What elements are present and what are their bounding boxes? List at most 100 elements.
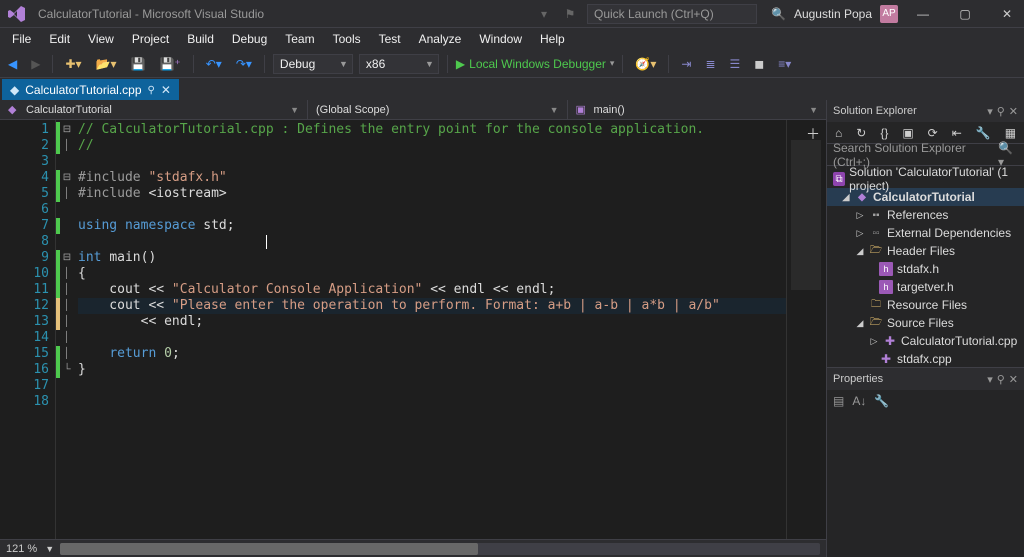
se-properties-icon[interactable]: 🔧 <box>972 124 995 142</box>
minimap[interactable]: ＋ <box>786 120 826 539</box>
nav-project-combo[interactable]: ◆CalculatorTutorial▼ <box>0 100 308 119</box>
user-name[interactable]: Augustin Popa <box>794 7 872 21</box>
new-project-button[interactable]: ✚▾ <box>61 55 85 73</box>
expander-icon[interactable]: ▷ <box>855 228 865 239</box>
categorized-icon[interactable]: ▤ <box>833 394 844 408</box>
minimize-button[interactable]: ― <box>906 2 940 26</box>
pin-icon[interactable]: ⚲ <box>148 85 155 96</box>
flag-icon[interactable]: ⚑ <box>561 7 579 21</box>
folder-open-icon: 🗁 <box>869 316 883 330</box>
outlining-margin[interactable]: ⊟│ ⊟│ ⊟ │││ │││ └ <box>60 120 74 539</box>
tree-references[interactable]: ▷ ▪▪ References <box>827 206 1024 224</box>
solution-explorer-tree: ⧉ Solution 'CalculatorTutorial' (1 proje… <box>827 166 1024 367</box>
nav-member-combo[interactable]: ▣main()▼ <box>568 100 827 119</box>
tree-targetver-h[interactable]: h targetver.h <box>827 278 1024 296</box>
search-icon[interactable]: 🔍 <box>771 7 786 21</box>
menu-project[interactable]: Project <box>124 30 177 48</box>
close-button[interactable]: ✕ <box>990 2 1024 26</box>
menu-tools[interactable]: Tools <box>325 30 369 48</box>
expander-icon[interactable]: ◢ <box>841 192 851 203</box>
redo-button[interactable]: ↷▾ <box>232 55 256 73</box>
project-icon: ◆ <box>855 190 869 204</box>
solution-explorer-title[interactable]: Solution Explorer ▾ ⚲ ✕ <box>827 100 1024 122</box>
expander-icon[interactable]: ▷ <box>855 210 865 221</box>
nav-scope-combo[interactable]: (Global Scope)▼ <box>308 100 568 119</box>
property-pages-icon[interactable]: 🔧 <box>874 394 889 408</box>
step-icon[interactable]: ⇥ <box>677 55 695 73</box>
file-tab-calculatortutorial[interactable]: ◆ CalculatorTutorial.cpp ⚲ ✕ <box>2 79 179 100</box>
quick-launch-input[interactable]: Quick Launch (Ctrl+Q) <box>587 4 757 24</box>
tree-header-files[interactable]: ◢ 🗁 Header Files <box>827 242 1024 260</box>
minimap-viewport[interactable] <box>791 140 821 290</box>
tree-solution[interactable]: ⧉ Solution 'CalculatorTutorial' (1 proje… <box>827 170 1024 188</box>
se-search-placeholder: Search Solution Explorer (Ctrl+;) <box>833 141 998 169</box>
solution-config-combo[interactable]: Debug▼ <box>273 54 353 74</box>
search-icon[interactable]: 🔍▾ <box>998 141 1018 169</box>
alphabetical-icon[interactable]: A↓ <box>852 394 866 408</box>
notifications-icon[interactable]: ▾ <box>535 7 553 21</box>
panel-pin-icon[interactable]: ⚲ <box>997 373 1005 386</box>
panel-pin-icon[interactable]: ⚲ <box>997 105 1005 118</box>
panel-close-icon[interactable]: ✕ <box>1009 105 1018 118</box>
properties-body[interactable] <box>827 412 1024 557</box>
se-home-icon[interactable]: ⌂ <box>831 124 846 142</box>
se-showall-icon[interactable]: ▣ <box>898 124 917 142</box>
tree-stdafx-cpp[interactable]: ✚ stdafx.cpp <box>827 350 1024 367</box>
se-preview-icon[interactable]: ▦ <box>1001 124 1020 142</box>
menu-build[interactable]: Build <box>179 30 222 48</box>
nav-forward-button[interactable]: ▶ <box>27 55 44 73</box>
expander-icon[interactable]: ▷ <box>869 336 879 347</box>
save-all-button[interactable]: 💾⁺ <box>155 55 184 73</box>
user-avatar[interactable]: AP <box>880 5 898 23</box>
expander-icon[interactable]: ◢ <box>855 318 865 329</box>
close-tab-icon[interactable]: ✕ <box>161 83 171 97</box>
properties-title[interactable]: Properties ▾ ⚲ ✕ <box>827 368 1024 390</box>
menu-team[interactable]: Team <box>277 30 322 48</box>
se-collapse-icon[interactable]: ⇤ <box>948 124 966 142</box>
solution-explorer-search[interactable]: Search Solution Explorer (Ctrl+;) 🔍▾ <box>827 144 1024 166</box>
tree-source-files[interactable]: ◢ 🗁 Source Files <box>827 314 1024 332</box>
document-tab-strip: ◆ CalculatorTutorial.cpp ⚲ ✕ <box>0 78 1024 100</box>
zoom-level[interactable]: 121 % <box>6 543 37 555</box>
menu-window[interactable]: Window <box>471 30 530 48</box>
uncomment-icon[interactable]: ☰ <box>726 55 745 73</box>
panel-dropdown-icon[interactable]: ▾ <box>987 373 993 386</box>
menu-test[interactable]: Test <box>371 30 409 48</box>
menu-edit[interactable]: Edit <box>41 30 78 48</box>
open-file-button[interactable]: 📂▾ <box>92 55 121 73</box>
format-icon[interactable]: ≡▾ <box>774 55 795 73</box>
menu-help[interactable]: Help <box>532 30 573 48</box>
editor-area: ◆CalculatorTutorial▼ (Global Scope)▼ ▣ma… <box>0 100 826 557</box>
comment-icon[interactable]: ≣ <box>701 55 719 73</box>
menu-analyze[interactable]: Analyze <box>411 30 470 48</box>
save-button[interactable]: 💾 <box>127 55 150 73</box>
expander-icon[interactable]: ◢ <box>855 246 865 257</box>
start-debugging-button[interactable]: ▶Local Windows Debugger▾ <box>456 57 615 71</box>
se-sync-icon[interactable]: ↻ <box>852 124 870 142</box>
solution-platform-combo[interactable]: x86▼ <box>359 54 439 74</box>
se-refresh-icon[interactable]: ⟳ <box>924 124 942 142</box>
horizontal-scrollbar[interactable] <box>60 543 820 555</box>
zoom-caret-icon[interactable]: ▼ <box>45 544 54 554</box>
menu-debug[interactable]: Debug <box>224 30 275 48</box>
references-icon: ▪▪ <box>869 208 883 222</box>
maximize-button[interactable]: ▢ <box>948 2 982 26</box>
undo-button[interactable]: ↶▾ <box>202 55 226 73</box>
bookmark-icon[interactable]: ◼ <box>750 55 768 73</box>
scrollbar-thumb[interactable] <box>60 543 478 555</box>
browser-icon[interactable]: 🧭▾ <box>631 55 660 73</box>
tree-resource-files[interactable]: 🗀 Resource Files <box>827 296 1024 314</box>
tree-stdafx-h[interactable]: h stdafx.h <box>827 260 1024 278</box>
quick-launch-placeholder: Quick Launch (Ctrl+Q) <box>594 7 714 21</box>
nav-back-button[interactable]: ◀ <box>4 55 21 73</box>
tree-calculatortutorial-cpp[interactable]: ▷ ✚ CalculatorTutorial.cpp <box>827 332 1024 350</box>
panel-close-icon[interactable]: ✕ <box>1009 373 1018 386</box>
cpp-file-icon: ◆ <box>10 83 19 97</box>
code-editor[interactable]: // CalculatorTutorial.cpp : Defines the … <box>74 120 786 539</box>
panel-dropdown-icon[interactable]: ▾ <box>987 105 993 118</box>
se-brace-icon[interactable]: {} <box>876 124 892 142</box>
menu-file[interactable]: File <box>4 30 39 48</box>
header-file-icon: h <box>879 280 893 294</box>
menu-view[interactable]: View <box>80 30 122 48</box>
tree-external-deps[interactable]: ▷ ▫▫ External Dependencies <box>827 224 1024 242</box>
